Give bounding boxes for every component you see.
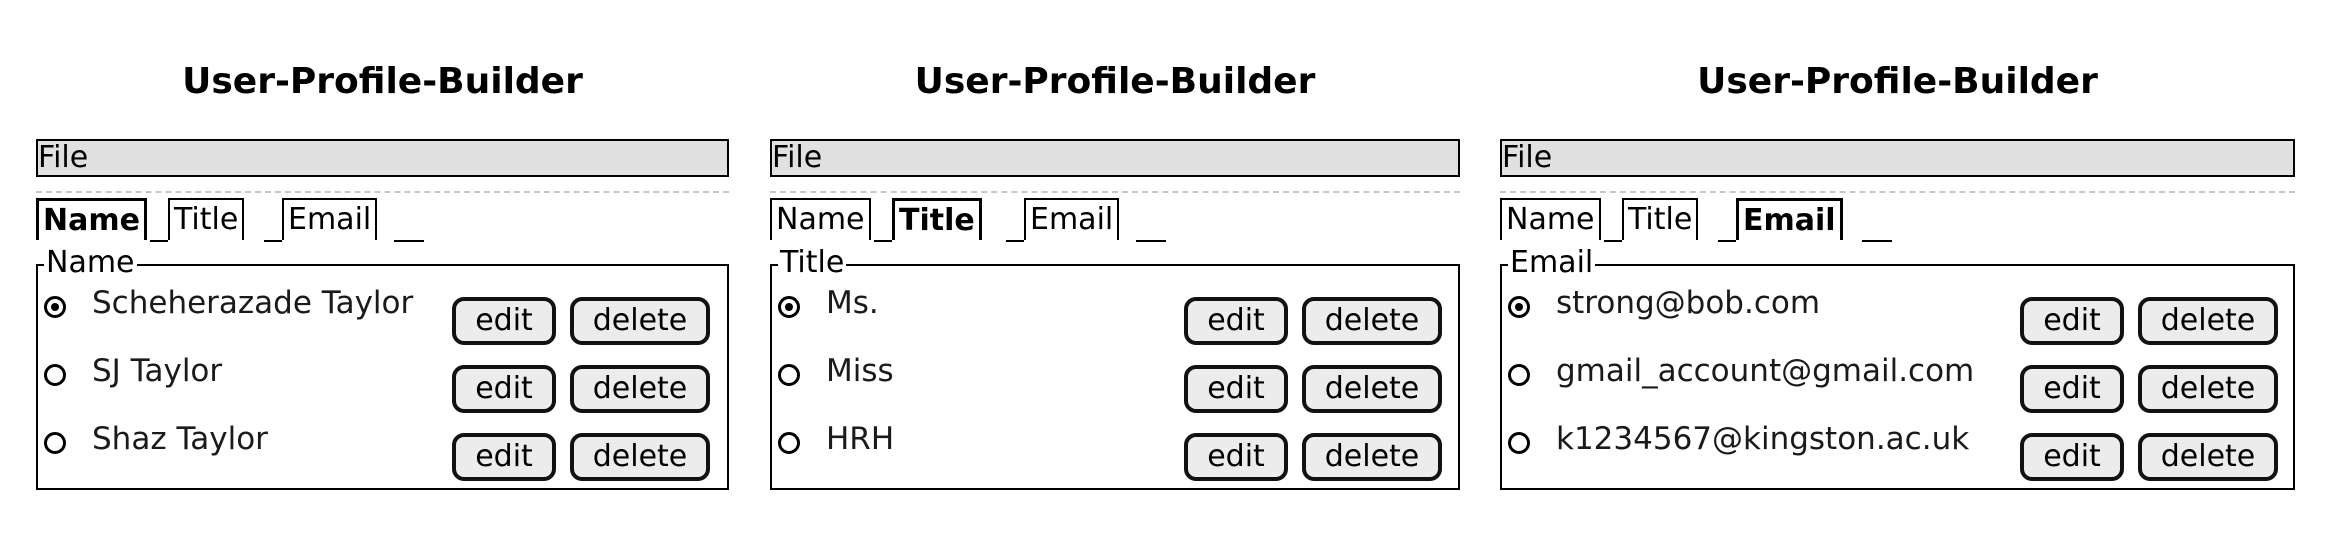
tab-baseline xyxy=(150,240,168,242)
menu-file[interactable]: File xyxy=(38,141,88,175)
profile-builder-panel-name: User-Profile-Builder File Name Title Ema… xyxy=(36,0,729,543)
tab-baseline xyxy=(874,240,892,242)
list-item: k1234567@kingston.ac.uk edit delete xyxy=(1502,408,2293,481)
edit-button[interactable]: edit xyxy=(2020,365,2124,413)
radio-button[interactable] xyxy=(44,296,66,318)
tab-name[interactable]: Name xyxy=(1500,198,1601,240)
menu-bar: File xyxy=(36,139,729,177)
list-item: strong@bob.com edit delete xyxy=(1502,272,2293,345)
menu-separator xyxy=(36,191,729,193)
radio-button[interactable] xyxy=(44,364,66,386)
name-group: Name Scheherazade Taylor edit delete SJ … xyxy=(36,246,729,490)
tab-baseline xyxy=(1604,240,1622,242)
item-label: SJ Taylor xyxy=(92,353,223,389)
item-label: HRH xyxy=(826,421,895,457)
delete-button[interactable]: delete xyxy=(1302,297,1442,345)
edit-button[interactable]: edit xyxy=(452,365,556,413)
window-title: User-Profile-Builder xyxy=(914,61,1316,102)
list-item: Shaz Taylor edit delete xyxy=(38,408,727,481)
window-title: User-Profile-Builder xyxy=(182,61,583,102)
edit-button[interactable]: edit xyxy=(2020,433,2124,481)
menu-file[interactable]: File xyxy=(1502,141,1552,175)
window-title: User-Profile-Builder xyxy=(1697,61,2098,102)
delete-button[interactable]: delete xyxy=(1302,433,1442,481)
radio-button[interactable] xyxy=(1508,296,1530,318)
list-item: Scheherazade Taylor edit delete xyxy=(38,272,727,345)
menu-bar: File xyxy=(1500,139,2295,177)
email-group: Email strong@bob.com edit delete gmail_a… xyxy=(1500,246,2295,490)
delete-button[interactable]: delete xyxy=(1302,365,1442,413)
item-label: gmail_account@gmail.com xyxy=(1556,353,1975,389)
list-item: SJ Taylor edit delete xyxy=(38,340,727,413)
tab-bar: Name Title Email xyxy=(770,198,1460,244)
item-label: Shaz Taylor xyxy=(92,421,268,457)
item-label: k1234567@kingston.ac.uk xyxy=(1556,421,1970,457)
radio-button[interactable] xyxy=(1508,432,1530,454)
menu-file[interactable]: File xyxy=(772,141,822,175)
tab-name[interactable]: Name xyxy=(770,198,871,240)
tab-bar: Name Title Email xyxy=(1500,198,2295,244)
delete-button[interactable]: delete xyxy=(570,297,710,345)
edit-button[interactable]: edit xyxy=(452,297,556,345)
menu-bar: File xyxy=(770,139,1460,177)
edit-button[interactable]: edit xyxy=(1184,365,1288,413)
radio-button[interactable] xyxy=(44,432,66,454)
profile-builder-panel-title: User-Profile-Builder File Name Title Ema… xyxy=(770,0,1460,543)
list-item: Miss edit delete xyxy=(772,340,1458,413)
tab-baseline xyxy=(264,240,282,242)
tab-baseline xyxy=(1006,240,1024,242)
delete-button[interactable]: delete xyxy=(2138,433,2278,481)
menu-separator xyxy=(770,191,1460,193)
edit-button[interactable]: edit xyxy=(1184,297,1288,345)
tab-baseline xyxy=(1862,240,1892,242)
tab-email[interactable]: Email xyxy=(282,198,378,240)
tab-baseline xyxy=(394,240,424,242)
tab-title[interactable]: Title xyxy=(892,198,982,240)
item-label: strong@bob.com xyxy=(1556,285,1821,321)
radio-button[interactable] xyxy=(1508,364,1530,386)
delete-button[interactable]: delete xyxy=(570,365,710,413)
radio-button[interactable] xyxy=(778,364,800,386)
menu-separator xyxy=(1500,191,2295,193)
tab-bar: Name Title Email xyxy=(36,198,729,244)
tab-name[interactable]: Name xyxy=(36,198,147,240)
edit-button[interactable]: edit xyxy=(452,433,556,481)
tab-title[interactable]: Title xyxy=(1622,198,1699,240)
edit-button[interactable]: edit xyxy=(2020,297,2124,345)
tab-email[interactable]: Email xyxy=(1024,198,1120,240)
delete-button[interactable]: delete xyxy=(2138,365,2278,413)
radio-button[interactable] xyxy=(778,296,800,318)
list-item: HRH edit delete xyxy=(772,408,1458,481)
delete-button[interactable]: delete xyxy=(2138,297,2278,345)
list-item: gmail_account@gmail.com edit delete xyxy=(1502,340,2293,413)
item-label: Miss xyxy=(826,353,894,389)
delete-button[interactable]: delete xyxy=(570,433,710,481)
radio-button[interactable] xyxy=(778,432,800,454)
tab-email[interactable]: Email xyxy=(1736,198,1843,240)
profile-builder-panel-email: User-Profile-Builder File Name Title Ema… xyxy=(1500,0,2295,543)
tab-baseline xyxy=(1718,240,1736,242)
item-label: Ms. xyxy=(826,285,879,321)
title-group: Title Ms. edit delete Miss edit delete H… xyxy=(770,246,1460,490)
edit-button[interactable]: edit xyxy=(1184,433,1288,481)
list-item: Ms. edit delete xyxy=(772,272,1458,345)
item-label: Scheherazade Taylor xyxy=(92,285,414,321)
tab-title[interactable]: Title xyxy=(168,198,245,240)
tab-baseline xyxy=(1136,240,1166,242)
